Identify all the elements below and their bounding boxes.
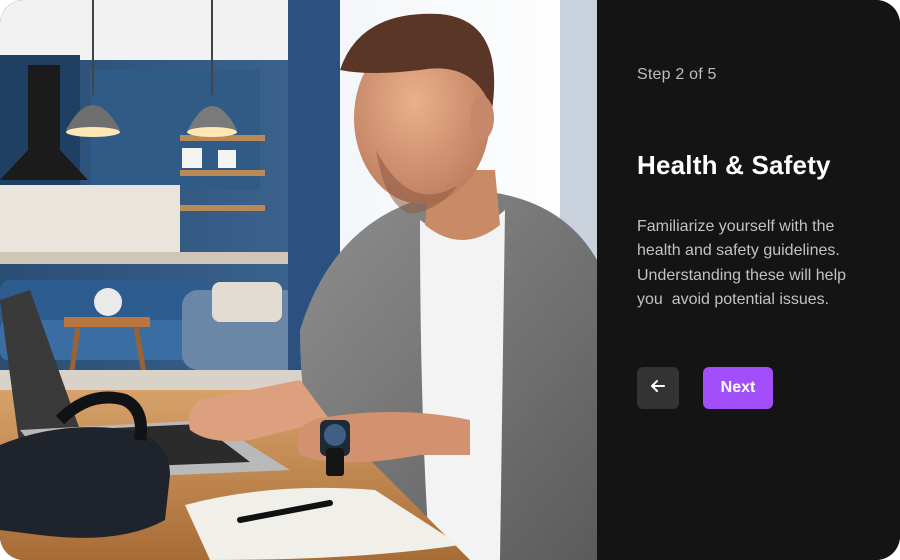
hero-image bbox=[0, 0, 597, 560]
onboarding-panel: Step 2 of 5 Health & Safety Familiarize … bbox=[597, 0, 900, 560]
arrow-left-icon bbox=[649, 377, 667, 400]
next-button[interactable]: Next bbox=[703, 367, 773, 409]
hero-illustration bbox=[0, 0, 597, 560]
step-description: Familiarize yourself with the health and… bbox=[637, 218, 851, 309]
page-title: Health & Safety bbox=[637, 150, 831, 180]
back-button[interactable] bbox=[637, 367, 679, 409]
onboarding-dialog: Step 2 of 5 Health & Safety Familiarize … bbox=[0, 0, 900, 560]
step-indicator: Step 2 of 5 bbox=[637, 66, 717, 83]
